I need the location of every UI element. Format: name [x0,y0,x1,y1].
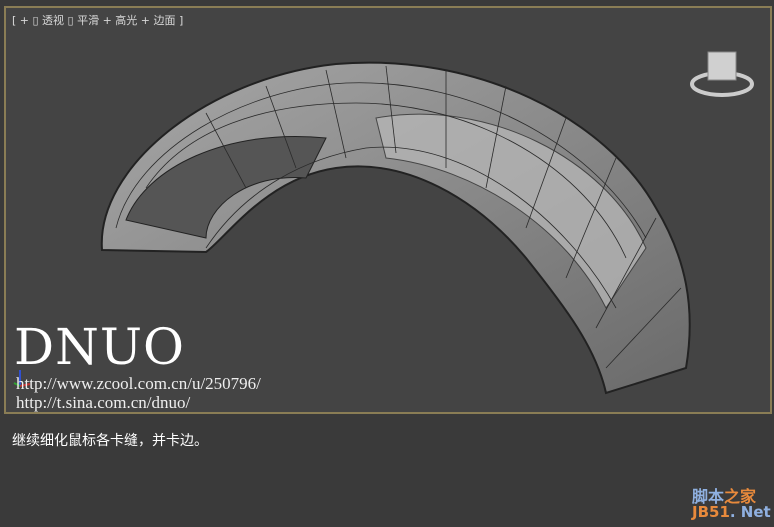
watermark-line2: JB51. Net [692,503,771,521]
caption-text: 继续细化鼠标各卡缝，并卡边。 [12,433,208,449]
watermark-2a: JB51 [692,503,730,521]
zcool-url: http://www.zcool.com.cn/u/250796/ [16,374,261,393]
viewport[interactable]: [ + ▯ 透视 ▯ 平滑 + 高光 + 边面 ] DNUO http://ww… [4,6,772,414]
viewcube-icon[interactable] [688,44,758,100]
dnuo-logo: DNUO [14,318,185,376]
sina-url: http://t.sina.com.cn/dnuo/ [16,393,191,412]
watermark-2b: . Net [729,503,771,521]
